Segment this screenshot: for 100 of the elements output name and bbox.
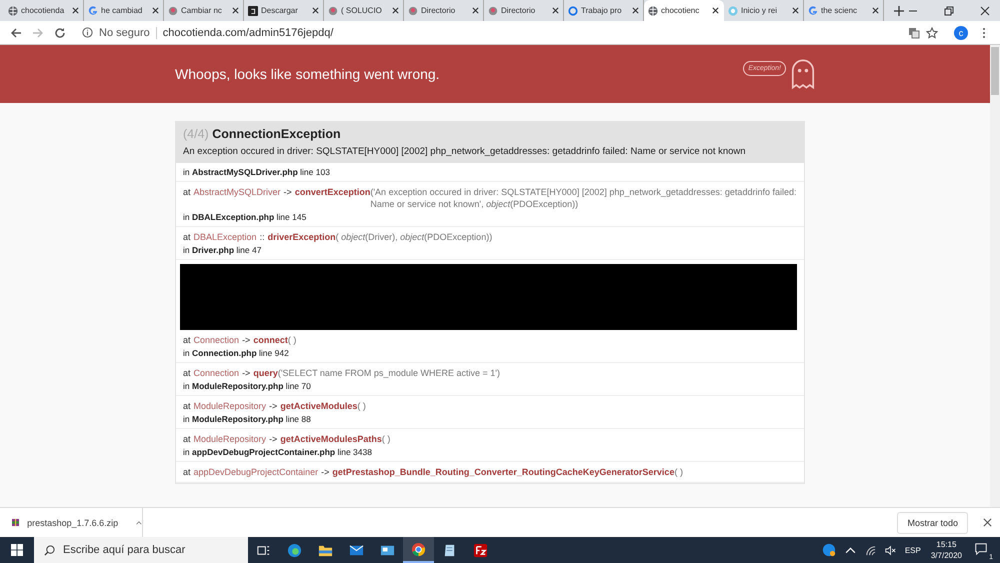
tab-title: chocotienda: [21, 6, 66, 15]
trace-location: in Connection.php line 942: [183, 348, 290, 358]
google-icon: [88, 6, 98, 16]
trace-location: in appDevDebugProjectContainer.php line 3438: [183, 447, 373, 457]
close-icon[interactable]: [152, 7, 159, 14]
google-icon: [808, 6, 818, 16]
tab-title: Trabajo pro: [581, 6, 623, 15]
muted-speaker-icon[interactable]: [884, 544, 896, 556]
chrome-icon: [411, 542, 426, 556]
translate-icon[interactable]: [908, 26, 920, 38]
trace-prefix: at: [183, 231, 191, 243]
info-icon: [82, 27, 93, 38]
trace-prefix: at: [183, 367, 191, 379]
tab-title: he cambiad: [101, 6, 144, 15]
call-arguments: ( ): [288, 334, 296, 346]
tab-title: ( SOLUCIO: [341, 6, 383, 15]
error-title: Whoops, looks like something went wrong.: [175, 66, 440, 82]
restore-icon[interactable]: [944, 6, 954, 16]
circle-icon: [728, 6, 738, 16]
method-name: convertException: [294, 186, 370, 198]
close-icon[interactable]: [983, 518, 992, 527]
method-name: query: [253, 367, 278, 379]
method-name: connect: [253, 334, 288, 346]
trace-prefix: at: [183, 334, 191, 346]
back-icon[interactable]: [10, 26, 22, 38]
show-all-button[interactable]: Mostrar todo: [897, 512, 968, 534]
class-name: AbstractMySQLDriver: [194, 186, 281, 198]
globe-icon: [648, 6, 658, 16]
close-icon[interactable]: [712, 7, 719, 14]
trace-location: in AbstractMySQLDriver.php line 103: [183, 167, 331, 177]
tab-title: Cambiar nc: [181, 6, 223, 15]
trace-location: in ModuleRepository.php line 70: [183, 381, 312, 391]
windows-start-icon[interactable]: [11, 544, 23, 556]
trace-prefix: at: [183, 186, 191, 198]
clock-time: 15:15: [936, 539, 956, 550]
trace-location: in ModuleRepository.php line 88: [183, 414, 312, 424]
call-operator: ->: [242, 367, 250, 379]
call-arguments: ( object(Driver), object(PDOException)): [336, 231, 492, 243]
close-icon[interactable]: [312, 7, 319, 14]
caret-icon[interactable]: [136, 520, 142, 526]
class-name: Connection: [194, 367, 240, 379]
trace-prefix: at: [183, 433, 191, 445]
url-text: chocotienda.com/admin5176jepdq/: [162, 26, 334, 38]
taskbar-search-field[interactable]: Escribe aquí para buscar: [34, 537, 248, 563]
close-icon[interactable]: [872, 7, 879, 14]
new-tab-icon[interactable]: [894, 6, 904, 16]
class-name: ModuleRepository: [194, 433, 266, 445]
exception-message: An exception occured in driver: SQLSTATE[HY000] [2002] php_network_getaddresses: getaddrinfo failed: Name or service not known: [183, 146, 747, 157]
archive-icon: [12, 517, 20, 528]
close-icon[interactable]: [980, 6, 990, 16]
call-operator: ->: [269, 433, 278, 445]
close-icon[interactable]: [472, 7, 479, 14]
profile-avatar[interactable]: c: [954, 26, 968, 40]
close-icon[interactable]: [392, 7, 399, 14]
close-icon[interactable]: [552, 7, 559, 14]
call-arguments: ( ): [674, 466, 683, 478]
search-icon: [44, 544, 55, 556]
tab-title: Descargar: [261, 6, 299, 15]
class-name: appDevDebugProjectContainer: [194, 466, 318, 478]
mail-icon: [349, 542, 364, 558]
tab-title: Inicio y rei: [741, 6, 778, 15]
class-name: Connection: [194, 334, 240, 346]
call-arguments: ('An exception occured in driver: SQLSTATE[HY000] [2002] php_network_getaddresses: getaddrinfo failed: Name or service not known', object(PDOException)): [370, 186, 797, 210]
method-name: getActiveModules: [280, 400, 358, 412]
browser-tab[interactable]: chocotienc: [644, 0, 724, 21]
search-placeholder: Escribe aquí para buscar: [63, 544, 186, 556]
security-label: No seguro: [99, 26, 157, 38]
trace-location: in DBALException.php line 145: [183, 212, 308, 222]
method-name: driverException: [268, 231, 336, 243]
edge-icon: [287, 542, 302, 558]
star-icon[interactable]: [926, 26, 938, 38]
clock-date: 3/7/2020: [930, 550, 962, 561]
trace-location: in Driver.php line 47: [183, 245, 262, 255]
language-indicator[interactable]: ESP: [904, 546, 921, 554]
trace-prefix: at: [183, 400, 191, 412]
close-icon[interactable]: [232, 7, 239, 14]
call-arguments: ( ): [357, 400, 366, 412]
close-icon[interactable]: [632, 7, 639, 14]
exception-counter: (4/4): [183, 127, 209, 141]
close-icon[interactable]: [72, 7, 79, 14]
address-field[interactable]: No seguro chocotienda.com/admin5176jepdq/: [76, 22, 944, 42]
tab-title: chocotienc: [661, 6, 700, 15]
tab-title: the scienc: [821, 6, 858, 15]
clock[interactable]: 15:15 3/7/2020: [930, 539, 962, 561]
globe-icon: [8, 6, 18, 16]
call-operator: ->: [242, 334, 250, 346]
trace-prefix: at: [183, 466, 191, 478]
reload-icon[interactable]: [54, 26, 66, 38]
class-name: ModuleRepository: [194, 400, 266, 412]
call-operator: ::: [260, 231, 265, 243]
close-icon[interactable]: [792, 7, 799, 14]
class-name: DBALException: [194, 231, 257, 243]
help-icon[interactable]: [822, 543, 836, 557]
filezilla-icon: [473, 542, 488, 558]
call-arguments: ('SELECT name FROM ps_module WHERE active = 1'): [278, 367, 500, 379]
wifi-icon[interactable]: [864, 544, 876, 556]
call-arguments: ( ): [382, 433, 390, 445]
method-name: getActiveModulesPaths: [280, 433, 382, 445]
exception-name: ConnectionException: [212, 127, 341, 141]
tab-title: Directorio: [421, 6, 456, 15]
